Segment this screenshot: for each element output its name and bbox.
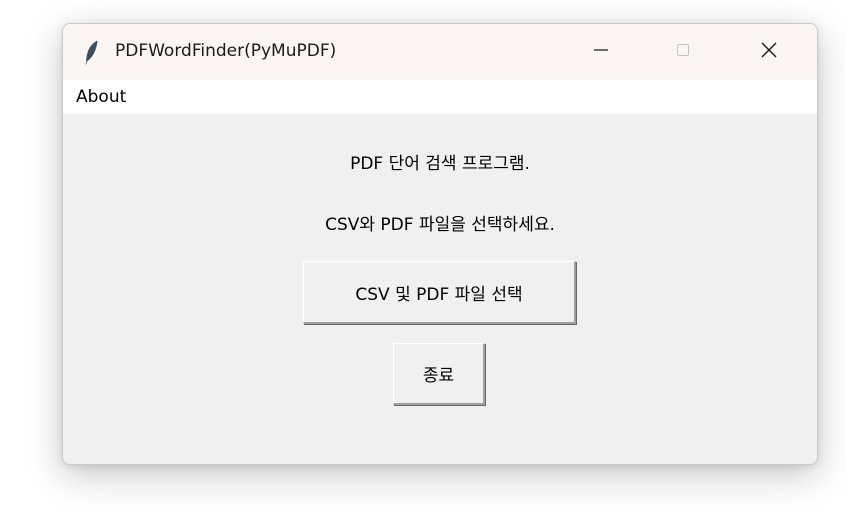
window-title: PDFWordFinder(PyMuPDF): [115, 41, 337, 61]
app-window: PDFWordFinder(PyMuPDF) About PDF 단어 검색 프…: [62, 23, 818, 465]
main-content: PDF 단어 검색 프로그램. CSV와 PDF 파일을 선택하세요. CSV …: [63, 114, 817, 464]
maximize-icon: [674, 41, 692, 63]
program-title-label: PDF 단어 검색 프로그램.: [350, 154, 530, 174]
quit-button[interactable]: 종료: [393, 343, 485, 405]
minimize-button[interactable]: [565, 24, 637, 80]
instruction-label: CSV와 PDF 파일을 선택하세요.: [325, 215, 555, 235]
menu-bar: About: [63, 80, 817, 114]
select-files-button[interactable]: CSV 및 PDF 파일 선택: [303, 261, 576, 324]
maximize-button[interactable]: [647, 24, 719, 80]
feather-icon: [85, 40, 99, 66]
menu-item-about[interactable]: About: [76, 87, 126, 107]
title-bar[interactable]: PDFWordFinder(PyMuPDF): [63, 24, 817, 80]
minimize-icon: [592, 41, 610, 63]
close-icon: [760, 41, 778, 63]
close-button[interactable]: [733, 24, 805, 80]
